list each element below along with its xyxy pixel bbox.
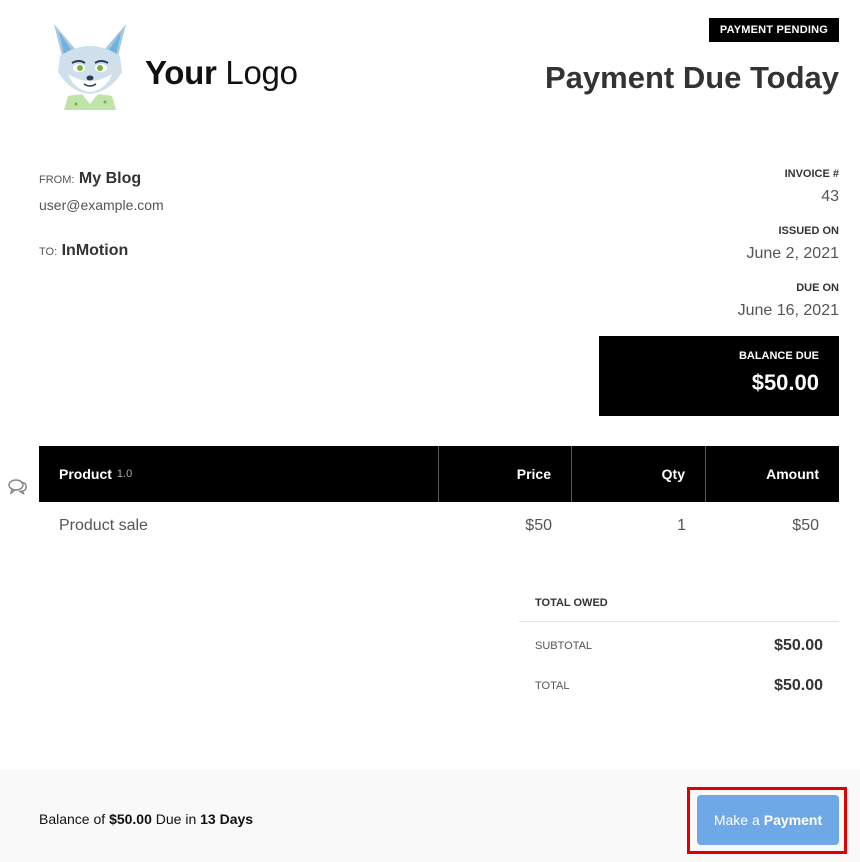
row-amount: $50 <box>792 517 819 534</box>
logo-text-bold: Your <box>145 54 217 91</box>
invoice-number-block: INVOICE # 43 <box>785 168 839 206</box>
issued-on-value: June 2, 2021 <box>746 245 839 262</box>
total-label: TOTAL <box>535 680 570 692</box>
header-amount: Amount <box>766 466 819 482</box>
balance-due-amount: $50.00 <box>751 370 819 395</box>
total-row: TOTAL $50.00 <box>519 666 839 706</box>
make-payment-button[interactable]: Make a Payment <box>697 795 839 845</box>
page-title: Payment Due Today <box>544 60 839 95</box>
to-label: TO: <box>39 246 58 258</box>
totals-heading: TOTAL OWED <box>519 588 839 622</box>
from-label: FROM: <box>39 174 75 186</box>
row-price: $50 <box>525 517 552 534</box>
header-product-version: 1.0 <box>116 468 133 480</box>
logo-text: Your Logo <box>145 54 298 92</box>
payment-footer: Balance of $50.00 Due in 13 Days Make a … <box>0 770 860 862</box>
to-name: InMotion <box>61 242 129 259</box>
balance-summary-amount: $50.00 <box>109 811 152 827</box>
header-price: Price <box>439 446 572 502</box>
balance-summary-days: 13 Days <box>200 811 254 827</box>
from-block: FROM: My Blog <box>39 170 141 188</box>
due-on-value: June 16, 2021 <box>737 302 839 319</box>
logo-text-light: Logo <box>225 54 298 91</box>
to-block: TO: InMotion <box>39 242 128 260</box>
total-value: $50.00 <box>774 677 823 694</box>
table-row: Product sale $50 1 $50 <box>39 502 839 550</box>
subtotal-label: SUBTOTAL <box>535 640 593 652</box>
invoice-number-value: 43 <box>821 188 839 205</box>
make-payment-label-bold: Payment <box>763 812 823 828</box>
invoice-number-label: INVOICE # <box>784 168 839 180</box>
due-on-label: DUE ON <box>796 282 839 294</box>
subtotal-row: SUBTOTAL $50.00 <box>519 626 839 666</box>
balance-due-box: BALANCE DUE $50.00 <box>599 336 839 416</box>
subtotal-value: $50.00 <box>774 637 823 654</box>
balance-summary: Balance of $50.00 Due in 13 Days <box>39 811 253 827</box>
comment-icon[interactable] <box>8 478 28 496</box>
balance-summary-middle: Due in <box>155 811 197 827</box>
totals-block: TOTAL OWED SUBTOTAL $50.00 TOTAL $50.00 <box>519 588 839 706</box>
balance-summary-prefix: Balance of <box>39 811 106 827</box>
header-product-label: Product <box>59 466 112 482</box>
make-payment-label-light: Make a <box>713 812 760 828</box>
balance-due-label: BALANCE DUE <box>738 350 819 362</box>
line-items-header: Product 1.0 Price Qty Amount <box>39 446 839 502</box>
header-product: Product 1.0 <box>39 446 439 502</box>
from-email: user@example.com <box>39 197 164 213</box>
row-qty: 1 <box>677 517 686 534</box>
status-badge: PAYMENT PENDING <box>708 18 839 42</box>
from-name: My Blog <box>78 170 142 187</box>
fox-logo-icon <box>50 22 130 110</box>
due-on-block: DUE ON June 16, 2021 <box>738 282 839 320</box>
row-product: Product sale <box>59 517 148 534</box>
issued-on-block: ISSUED ON June 2, 2021 <box>746 225 839 263</box>
header-qty: Qty <box>572 446 706 502</box>
issued-on-label: ISSUED ON <box>778 225 839 237</box>
line-items-table: Product 1.0 Price Qty Amount Product sal… <box>39 446 839 550</box>
